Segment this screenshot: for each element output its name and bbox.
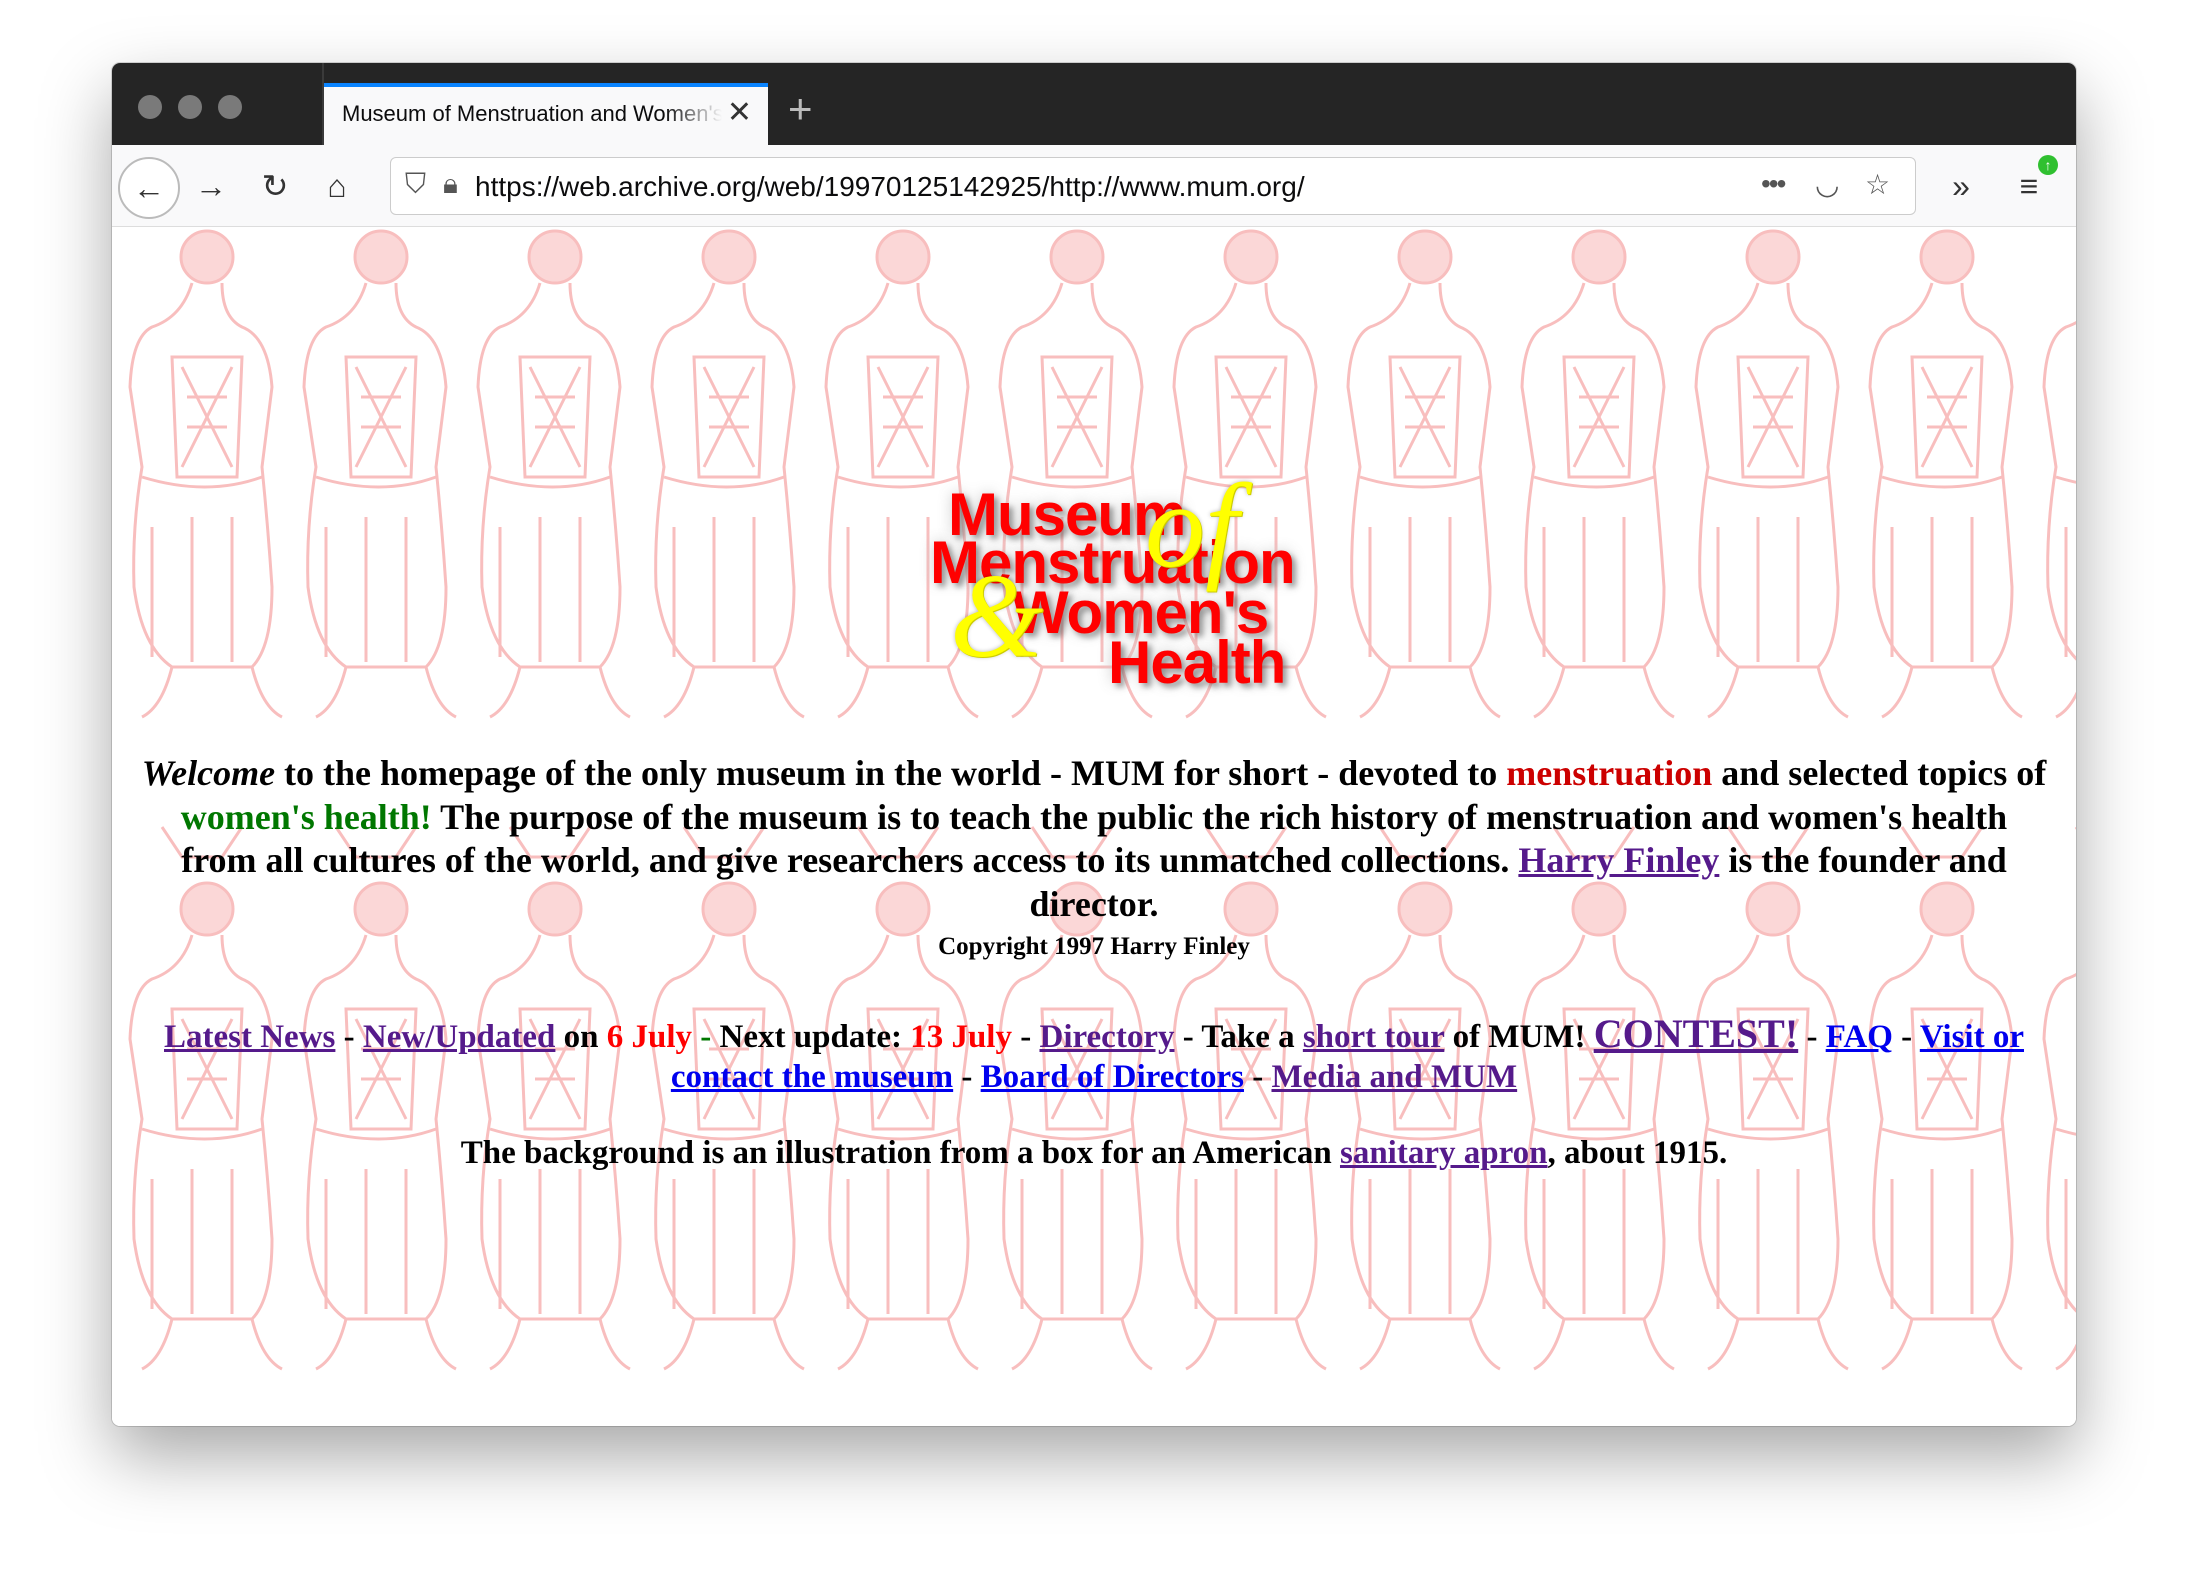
text: and selected topics of <box>1712 753 2047 793</box>
logo-script: of <box>1145 459 1239 592</box>
text: - Take a <box>1174 1019 1303 1055</box>
next-update-date: 13 July <box>910 1019 1012 1055</box>
close-tab-icon[interactable]: ✕ <box>727 95 752 130</box>
home-button[interactable]: ⌂ <box>312 161 362 211</box>
copyright: Copyright 1997 Harry Finley <box>938 933 1250 960</box>
separator: - <box>335 1019 363 1055</box>
zoom-window-button[interactable] <box>218 95 242 119</box>
address-bar[interactable]: ⛉ 🔒︎ https://web.archive.org/web/1997012… <box>390 157 1916 215</box>
text: The background is an illustration from a… <box>460 1135 1340 1171</box>
text: on <box>555 1019 607 1055</box>
museum-logo: Museum Menstruation Women's Health of & <box>930 459 1340 707</box>
tab-bar: Museum of Menstruation and Women's Healt… <box>112 63 2076 145</box>
close-window-button[interactable] <box>138 95 162 119</box>
bookmark-star-icon[interactable]: ☆ <box>1865 168 1890 201</box>
separator: - <box>1892 1019 1920 1055</box>
text: , about 1915. <box>1547 1135 1728 1171</box>
directory-link[interactable]: Directory <box>1039 1019 1174 1055</box>
browser-window: Museum of Menstruation and Women's Healt… <box>112 63 2076 1426</box>
media-link[interactable]: Media and MUM <box>1271 1059 1517 1095</box>
short-tour-link[interactable]: short tour <box>1303 1019 1444 1055</box>
intro-paragraph: Welcome to the homepage of the only muse… <box>140 752 2048 926</box>
background-note: The background is an illustration from a… <box>140 1135 2048 1172</box>
menstruation-text: menstruation <box>1506 753 1713 793</box>
text: Next update: <box>719 1019 911 1055</box>
separator: - <box>1011 1019 1040 1055</box>
pocket-icon[interactable]: ◡ <box>1815 168 1839 201</box>
separator: - <box>1798 1019 1826 1055</box>
text: of MUM! <box>1444 1019 1594 1055</box>
tracking-shield-icon[interactable]: ⛉ <box>405 168 426 201</box>
sanitary-apron-link[interactable]: sanitary apron <box>1340 1135 1548 1171</box>
reload-button[interactable]: ↻ <box>250 161 300 211</box>
harry-finley-link[interactable]: Harry Finley <box>1518 840 1719 880</box>
tab-active[interactable]: Museum of Menstruation and Women's Healt… <box>324 83 768 145</box>
new-tab-button[interactable]: + <box>788 85 813 133</box>
latest-news-link[interactable]: Latest News <box>164 1019 335 1055</box>
welcome-text: Welcome <box>141 753 276 793</box>
web-page: Museum Menstruation Women's Health of & … <box>112 227 2076 1426</box>
separator: - <box>692 1019 720 1055</box>
lock-icon[interactable]: 🔒︎ <box>443 168 458 201</box>
text: to the homepage of the only museum in th… <box>275 753 1507 793</box>
forward-button[interactable]: → <box>186 161 236 211</box>
overflow-chevron-icon[interactable]: » <box>1936 161 1986 211</box>
site-navigation: Latest News - New/Updated on 6 July - Ne… <box>140 1014 2048 1097</box>
separator: - <box>1243 1059 1272 1095</box>
update-badge-icon: ↑ <box>2038 155 2058 175</box>
page-actions-icon[interactable]: ••• <box>1761 168 1786 200</box>
update-date: 6 July <box>606 1019 693 1055</box>
new-updated-link[interactable]: New/Updated <box>363 1019 556 1055</box>
url-text[interactable]: https://web.archive.org/web/199701251429… <box>475 171 1305 203</box>
faq-link[interactable]: FAQ <box>1826 1019 1893 1055</box>
womens-health-text: women's health! <box>180 796 432 837</box>
separator: - <box>953 1059 981 1095</box>
contest-link[interactable]: CONTEST! <box>1594 1011 1799 1056</box>
window-controls <box>138 95 242 119</box>
minimize-window-button[interactable] <box>178 95 202 119</box>
tab-title: Museum of Menstruation and Women's Healt… <box>342 101 722 126</box>
navigation-toolbar: ← → ↻ ⌂ ⛉ 🔒︎ https://web.archive.org/web… <box>112 145 2076 227</box>
back-button[interactable]: ← <box>118 157 180 219</box>
logo-text: Health <box>1108 629 1286 696</box>
board-of-directors-link[interactable]: Board of Directors <box>981 1059 1244 1095</box>
logo-script: & <box>950 549 1044 682</box>
